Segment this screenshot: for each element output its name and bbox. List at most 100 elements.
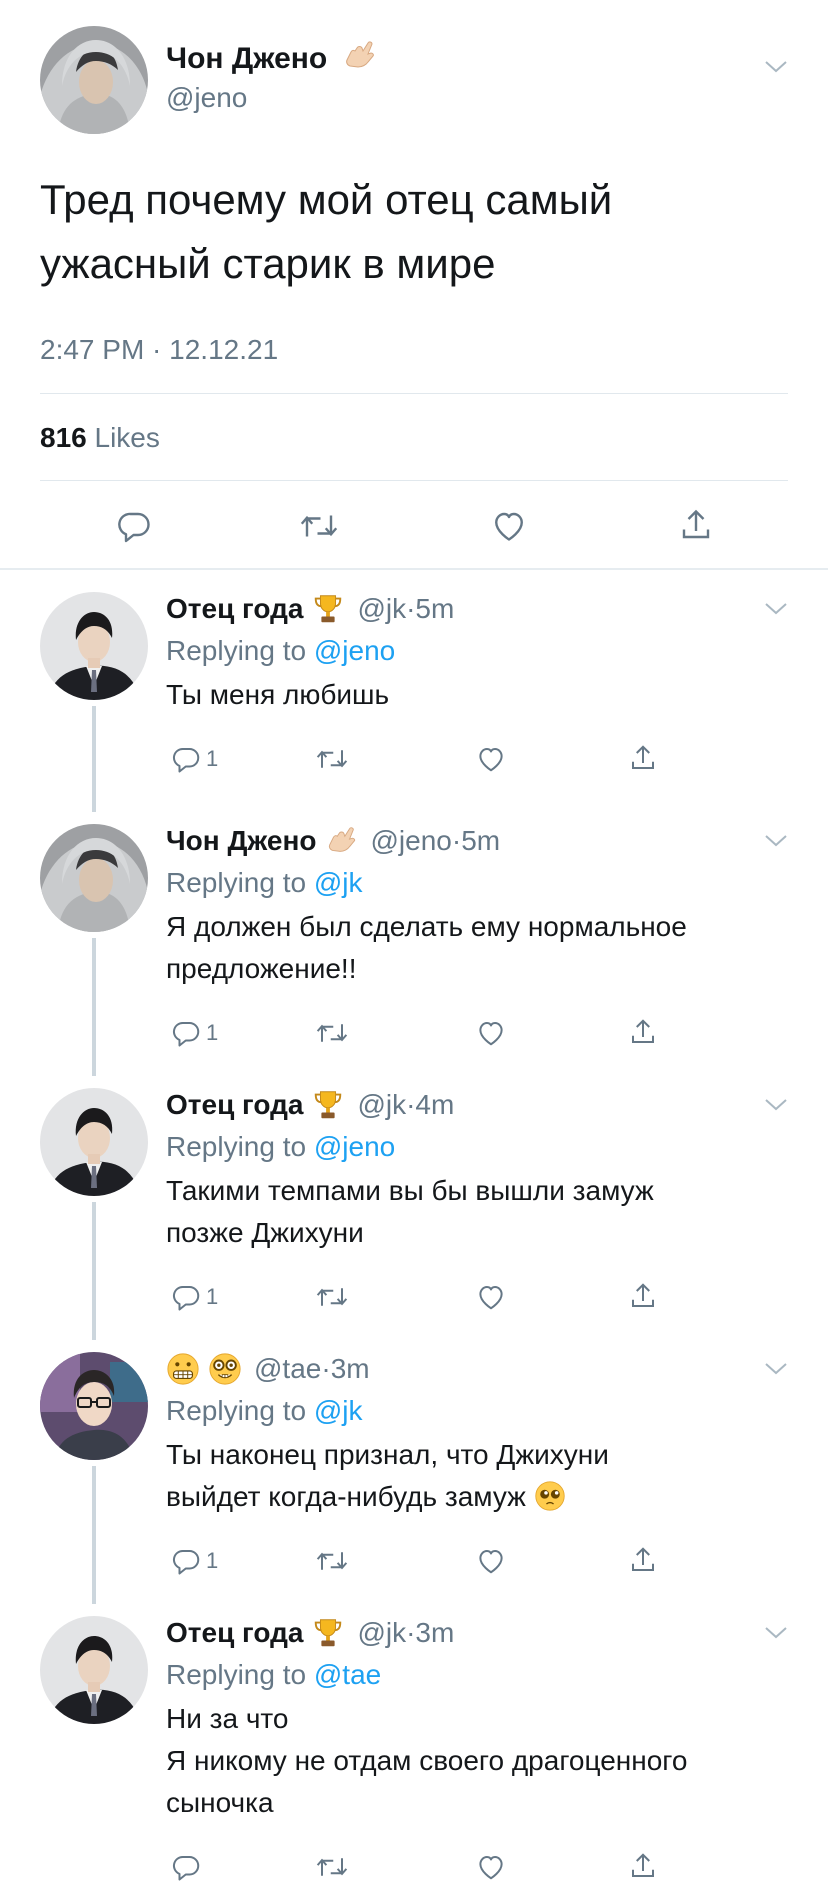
text-line-content: Ты меня любишь — [166, 679, 390, 710]
reply-button[interactable] — [172, 1852, 202, 1882]
author-name-row[interactable]: Чон Джено — [166, 38, 378, 79]
reply-count: 1 — [206, 746, 219, 771]
tweet-timestamp[interactable]: 2:47 PM · 12.12.21 — [40, 330, 278, 370]
reply-button[interactable]: 1 — [172, 1546, 218, 1576]
like-button[interactable] — [475, 1018, 507, 1048]
avatar[interactable] — [40, 592, 148, 700]
like-button[interactable] — [490, 508, 528, 544]
reply-header[interactable]: Отец года @jk · 5m — [166, 590, 454, 628]
retweet-button[interactable] — [298, 508, 340, 544]
text-line: выйдет когда-нибудь замуж — [166, 1476, 796, 1518]
chevron-down-icon[interactable] — [764, 60, 788, 74]
share-button[interactable] — [628, 1850, 658, 1882]
reply-header[interactable]: Отец года @jk · 3m — [166, 1614, 454, 1652]
author-name[interactable]: Чон Джено — [166, 822, 317, 860]
call-me-hand-icon — [342, 38, 378, 74]
retweet-button[interactable] — [314, 1018, 350, 1048]
reply-time[interactable]: 3m — [331, 1350, 370, 1388]
text-line-content: позже Джихуни — [166, 1217, 364, 1248]
mention-link[interactable]: @jk — [314, 867, 363, 898]
reply-count: 1 — [206, 1284, 219, 1309]
main-tweet: Чон Джено @jeno Тред почему мой отец сам… — [0, 0, 828, 570]
avatar[interactable] — [40, 1352, 148, 1460]
chevron-down-icon[interactable] — [764, 602, 788, 616]
chevron-down-icon[interactable] — [764, 834, 788, 848]
separator-dot: · — [321, 1353, 331, 1384]
trophy-icon — [311, 1616, 345, 1650]
author-handle[interactable]: @jk — [357, 590, 406, 628]
avatar[interactable] — [40, 26, 148, 134]
separator-dot: · — [451, 825, 462, 856]
author-handle[interactable]: @jk — [357, 1086, 406, 1124]
retweet-button[interactable] — [314, 1852, 350, 1882]
author-name[interactable]: Отец года — [166, 1086, 303, 1124]
mention-link[interactable]: @tae — [314, 1659, 381, 1690]
pleading-face-icon — [534, 1480, 566, 1512]
text-line-content: Ни за что — [166, 1703, 289, 1734]
reply-icon — [172, 1018, 202, 1048]
mention-link[interactable]: @jeno — [314, 1131, 395, 1162]
like-button[interactable] — [475, 1852, 507, 1882]
replying-to: Replying to @tae — [166, 1656, 381, 1694]
reply-text: Я должен был сделать ему нормальное предл… — [166, 906, 796, 990]
retweet-icon — [314, 1282, 350, 1312]
reply-time[interactable]: 5m — [461, 822, 500, 860]
avatar[interactable] — [40, 824, 148, 932]
thread-line — [92, 938, 96, 1076]
retweet-button[interactable] — [314, 1546, 350, 1576]
author-name[interactable]: Чон Джено — [166, 42, 327, 75]
reply-icon — [117, 508, 153, 544]
replying-to: Replying to @jk — [166, 864, 363, 902]
share-button[interactable] — [628, 742, 658, 774]
reply-button[interactable] — [117, 508, 153, 544]
text-line: Я должен был сделать ему нормальное — [166, 906, 796, 948]
reply-header[interactable]: Чон Джено @jeno · 5m — [166, 822, 500, 860]
reply-time[interactable]: 3m — [415, 1614, 454, 1652]
like-button[interactable] — [475, 744, 507, 774]
avatar[interactable] — [40, 1616, 148, 1724]
reply-header[interactable]: Отец года @jk · 4m — [166, 1086, 454, 1124]
like-button[interactable] — [475, 1282, 507, 1312]
replying-prefix: Replying to — [166, 1659, 314, 1690]
author-name[interactable]: Отец года — [166, 1614, 303, 1652]
author-handle[interactable]: @jeno — [371, 822, 452, 860]
mention-link[interactable]: @jk — [314, 1395, 363, 1426]
reply-time[interactable]: 5m — [415, 590, 454, 628]
share-button[interactable] — [628, 1544, 658, 1576]
separator-dot: · — [406, 593, 416, 624]
author-handle[interactable]: @jk — [357, 1614, 406, 1652]
reply-icon — [172, 1282, 202, 1312]
heart-icon — [475, 1282, 507, 1312]
chevron-down-icon[interactable] — [764, 1098, 788, 1112]
author-name[interactable]: Отец года — [166, 590, 303, 628]
avatar[interactable] — [40, 1088, 148, 1196]
replying-to: Replying to @jk — [166, 1392, 363, 1430]
reply-button[interactable]: 1 — [172, 744, 218, 774]
text-line-content: Я никому не отдам своего драгоценного — [166, 1745, 688, 1776]
share-icon — [628, 1280, 658, 1312]
section-divider — [0, 568, 828, 570]
author-handle[interactable]: @tae — [254, 1350, 321, 1388]
reply-time[interactable]: 4m — [415, 1086, 454, 1124]
retweet-button[interactable] — [314, 1282, 350, 1312]
likes-stat[interactable]: 816 Likes — [40, 418, 160, 458]
text-line-content: Я должен был сделать ему нормальное — [166, 911, 687, 942]
reply-button[interactable]: 1 — [172, 1282, 218, 1312]
chevron-down-icon[interactable] — [764, 1626, 788, 1640]
reply-button[interactable]: 1 — [172, 1018, 218, 1048]
like-button[interactable] — [475, 1546, 507, 1576]
call-me-hand-icon — [325, 824, 359, 858]
chevron-down-icon[interactable] — [764, 1362, 788, 1376]
share-button[interactable] — [678, 506, 714, 544]
share-button[interactable] — [628, 1016, 658, 1048]
reply-header[interactable]: @tae · 3m — [166, 1350, 370, 1388]
text-line: Ты меня любишь — [166, 674, 796, 716]
reply-tweet: Отец года @jk · 5m Replying to @jeno Ты мен… — [0, 580, 828, 812]
share-button[interactable] — [628, 1280, 658, 1312]
text-line: Такими темпами вы бы вышли замуж — [166, 1170, 796, 1212]
retweet-icon — [298, 508, 340, 544]
mention-link[interactable]: @jeno — [314, 635, 395, 666]
share-icon — [628, 1544, 658, 1576]
retweet-button[interactable] — [314, 744, 350, 774]
author-handle[interactable]: @jeno — [166, 80, 247, 116]
